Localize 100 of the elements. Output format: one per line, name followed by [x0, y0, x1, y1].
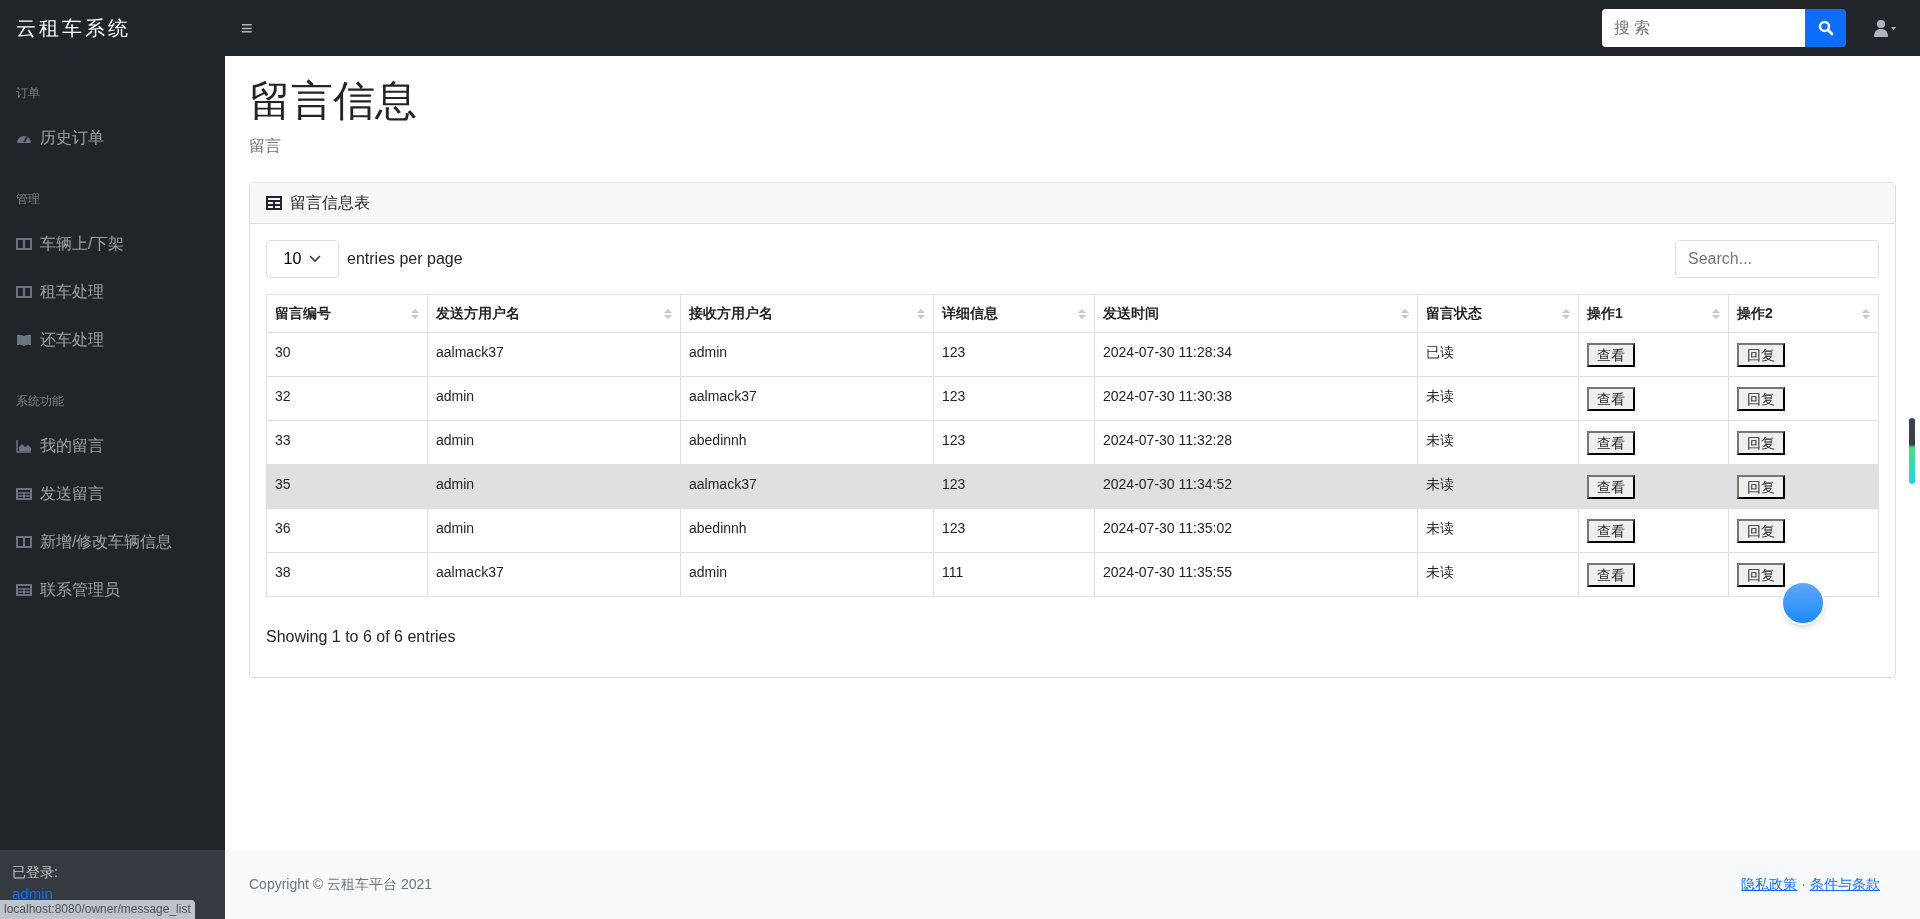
reply-button[interactable]: 回复 [1737, 518, 1785, 543]
separator-dot: · [1801, 875, 1806, 894]
page-size-label: entries per page [347, 249, 463, 270]
table-cell: aalmack37 [427, 332, 681, 377]
card-title: 留言信息表 [290, 193, 370, 214]
table-cell: abedinnh [680, 420, 934, 465]
reply-button[interactable]: 回复 [1737, 430, 1785, 455]
reply-button[interactable]: 回复 [1737, 474, 1785, 499]
table-cell: 未读 [1417, 508, 1579, 553]
table-cell: admin [427, 420, 681, 465]
table-icon [16, 583, 32, 597]
sidebar-item[interactable]: 我的留言 [0, 422, 225, 470]
sidebar-item[interactable]: 发送留言 [0, 470, 225, 518]
column-header[interactable]: 发送方用户名 [427, 294, 681, 333]
columns-icon [16, 237, 32, 251]
table-cell: 111 [933, 552, 1095, 597]
table-cell: abedinnh [680, 508, 934, 553]
column-header[interactable]: 详细信息 [933, 294, 1095, 333]
view-button[interactable]: 查看 [1587, 342, 1635, 367]
status-url-tooltip: localhost:8080/owner/message_list [0, 900, 195, 919]
columns-icon [16, 535, 32, 549]
sidebar-heading: 管理 [15, 191, 41, 208]
sidebar-item[interactable]: 历史订单 [0, 114, 225, 162]
sort-icon [1078, 308, 1086, 321]
footer-link[interactable]: 隐私政策 [1741, 874, 1798, 895]
table-cell: 未读 [1417, 552, 1579, 597]
table-cell: 未读 [1417, 376, 1579, 421]
table-cell: aalmack37 [680, 376, 934, 421]
sort-icon [664, 308, 672, 321]
search-field[interactable]: 搜 索 [1602, 9, 1805, 47]
table-cell: 35 [266, 464, 428, 509]
sidebar-item[interactable]: 联系管理员 [0, 566, 225, 614]
table-cell: admin [427, 464, 681, 509]
table-cell: admin [427, 508, 681, 553]
table-cell: 30 [266, 332, 428, 377]
sort-icon [1401, 308, 1409, 321]
column-header[interactable]: 接收方用户名 [680, 294, 934, 333]
sort-icon [917, 308, 925, 321]
entries-info: Showing 1 to 6 of 6 entries [266, 627, 457, 648]
table-cell: 2024-07-30 11:28:34 [1094, 332, 1418, 377]
page-subtitle: 留言 [249, 136, 282, 157]
logged-in-label: 已登录: [12, 863, 59, 882]
sidebar-item[interactable]: 租车处理 [0, 268, 225, 316]
area-chart-icon [16, 439, 32, 453]
book-icon [16, 333, 32, 347]
reply-button[interactable]: 回复 [1737, 562, 1785, 587]
column-header[interactable]: 留言状态 [1417, 294, 1579, 333]
column-header[interactable]: 操作2 [1728, 294, 1879, 333]
table-cell: 2024-07-30 11:35:55 [1094, 552, 1418, 597]
search-button[interactable] [1805, 9, 1846, 47]
sidebar-item[interactable]: 新增/修改车辆信息 [0, 518, 225, 566]
sort-icon [1562, 308, 1570, 321]
view-button[interactable]: 查看 [1587, 518, 1635, 543]
table-cell: admin [680, 332, 934, 377]
table-cell: aalmack37 [427, 552, 681, 597]
table-cell: 未读 [1417, 464, 1579, 509]
reply-button[interactable]: 回复 [1737, 386, 1785, 411]
sidebar-heading: 系统功能 [15, 393, 65, 410]
columns-icon [16, 285, 32, 299]
view-button[interactable]: 查看 [1587, 474, 1635, 499]
search-field[interactable]: Search... [1675, 240, 1879, 279]
table-icon [16, 487, 32, 501]
sidebar-item[interactable]: 车辆上/下架 [0, 220, 225, 268]
sort-icon [1712, 308, 1720, 321]
column-header[interactable]: 操作1 [1578, 294, 1729, 333]
sidebar-item[interactable]: 还车处理 [0, 316, 225, 364]
table-cell: 已读 [1417, 332, 1579, 377]
reply-button[interactable]: 回复 [1737, 342, 1785, 367]
table-cell: 2024-07-30 11:30:38 [1094, 376, 1418, 421]
chevron-down-icon [309, 255, 322, 264]
sort-icon [1862, 308, 1870, 321]
table-cell: 123 [933, 420, 1095, 465]
table-cell: 未读 [1417, 420, 1579, 465]
table-cell: 123 [933, 332, 1095, 377]
table-cell: 123 [933, 464, 1095, 509]
page-title: 留言信息 [249, 76, 418, 126]
column-header[interactable]: 留言编号 [266, 294, 428, 333]
table-cell: 2024-07-30 11:35:02 [1094, 508, 1418, 553]
page-size-select[interactable]: 10 [266, 240, 339, 279]
copyright-text: Copyright © 云租车平台 2021 [249, 875, 433, 894]
table-cell: 36 [266, 508, 428, 553]
sort-icon [411, 308, 419, 321]
table-cell: admin [427, 376, 681, 421]
view-button[interactable]: 查看 [1587, 386, 1635, 411]
table-cell: 2024-07-30 11:34:52 [1094, 464, 1418, 509]
view-button[interactable]: 查看 [1587, 430, 1635, 455]
table-cell: aalmack37 [680, 464, 934, 509]
table-icon [266, 196, 282, 211]
column-header[interactable]: 发送时间 [1094, 294, 1418, 333]
scroll-indicator [1909, 418, 1915, 484]
user-menu-button[interactable] [1874, 19, 1896, 37]
footer-link[interactable]: 条件与条款 [1810, 874, 1880, 895]
menu-button[interactable]: ≡ [241, 13, 253, 43]
table-cell: 32 [266, 376, 428, 421]
sidebar-heading: 订单 [15, 85, 41, 102]
table-cell: 2024-07-30 11:32:28 [1094, 420, 1418, 465]
view-button[interactable]: 查看 [1587, 562, 1635, 587]
brand-title[interactable]: 云租车系统 [16, 17, 131, 39]
table-cell: 33 [266, 420, 428, 465]
table-cell: 123 [933, 376, 1095, 421]
